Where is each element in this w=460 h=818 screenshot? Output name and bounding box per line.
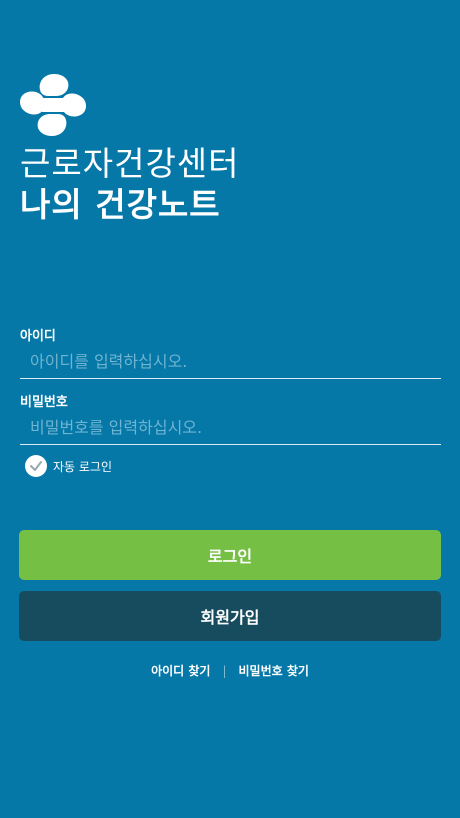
auto-login-toggle[interactable]: 자동 로그인 <box>25 455 112 477</box>
auto-login-label: 자동 로그인 <box>53 459 113 474</box>
password-label: 비밀번호 <box>20 395 68 410</box>
id-label: 아이디 <box>20 329 56 344</box>
signup-button[interactable]: 회원가입 <box>19 591 441 641</box>
link-separator: | <box>222 663 227 678</box>
check-icon <box>30 461 42 471</box>
auto-login-checkbox[interactable] <box>25 455 47 477</box>
cross-swirl-logo-icon <box>20 74 86 136</box>
app-title-line1: 근로자건강센터 <box>20 144 240 183</box>
find-account-links: 아이디 찾기 | 비밀번호 찾기 <box>0 662 460 679</box>
find-id-link[interactable]: 아이디 찾기 <box>151 662 210 679</box>
password-input[interactable] <box>20 411 441 445</box>
login-button[interactable]: 로그인 <box>19 530 441 580</box>
app-title-line2: 나의 건강노트 <box>20 185 221 224</box>
find-password-link[interactable]: 비밀번호 찾기 <box>239 662 309 679</box>
id-input[interactable] <box>20 345 441 379</box>
